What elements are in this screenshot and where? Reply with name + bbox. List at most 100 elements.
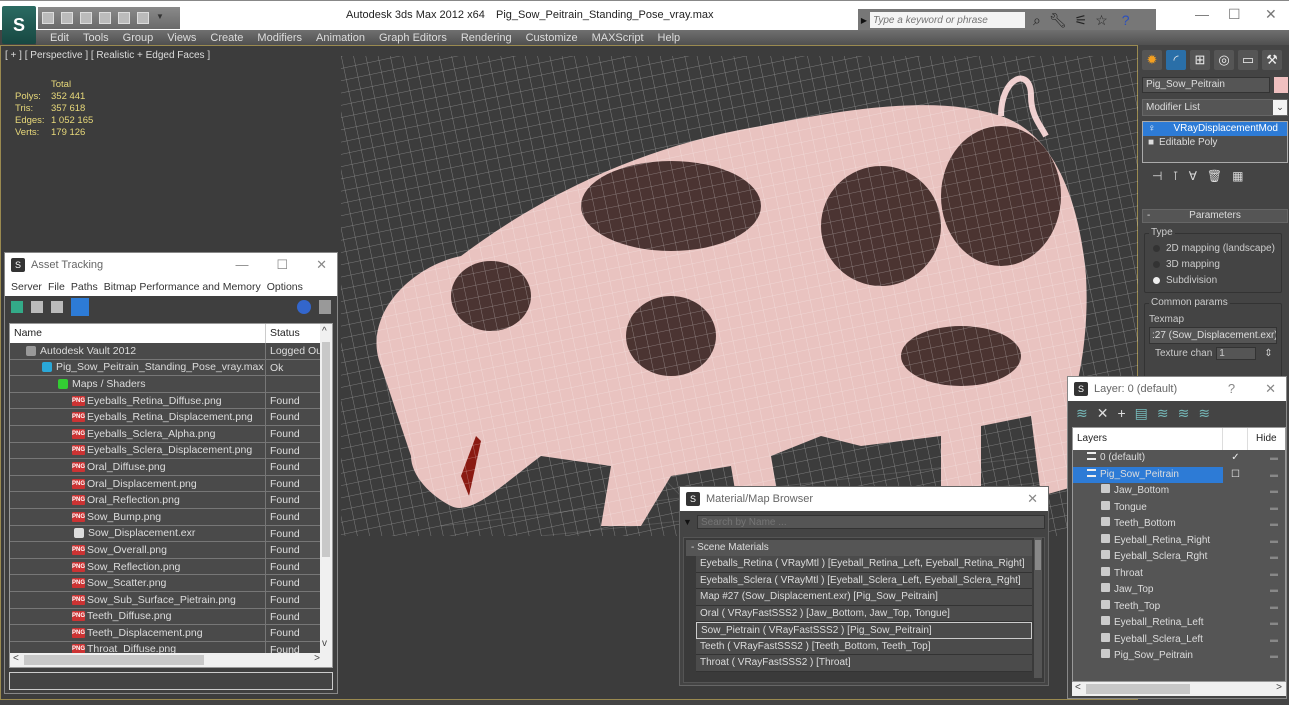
- layer-row[interactable]: Pig_Sow_Peitrain ☐ ▬: [1073, 466, 1285, 484]
- asset-row[interactable]: PNG Sow_Sub_Surface_Pietrain.png Found: [10, 591, 332, 609]
- thumbnail-view-icon[interactable]: [51, 301, 63, 313]
- hide-toggle-icon[interactable]: ▬: [1248, 483, 1278, 500]
- scroll-thumb[interactable]: [1086, 684, 1190, 694]
- qat-dropdown-icon[interactable]: ▼: [156, 12, 166, 24]
- utilities-tab-icon[interactable]: ⚒: [1262, 50, 1282, 70]
- freeze-all-icon[interactable]: ≋: [1198, 405, 1210, 422]
- asset-row[interactable]: PNG Eyeballs_Sclera_Alpha.png Found: [10, 425, 332, 443]
- current-layer-toggle[interactable]: [1223, 582, 1248, 599]
- save-file-icon[interactable]: [61, 12, 73, 24]
- asset-row[interactable]: PNG Eyeballs_Retina_Displacement.png Found: [10, 409, 332, 426]
- current-layer-toggle[interactable]: [1223, 516, 1248, 533]
- scroll-thumb[interactable]: [1035, 540, 1041, 570]
- show-end-result-icon[interactable]: ⊺: [1172, 169, 1178, 183]
- delete-layer-icon[interactable]: ✕: [1097, 405, 1109, 422]
- vertical-scrollbar[interactable]: [1034, 538, 1042, 678]
- make-unique-icon[interactable]: ∀: [1189, 169, 1197, 183]
- hide-all-icon[interactable]: ≋: [1178, 405, 1190, 422]
- new-file-icon[interactable]: [80, 12, 92, 24]
- expand-arrow-icon[interactable]: ▶: [858, 16, 870, 25]
- hide-toggle-icon[interactable]: ▬: [1248, 632, 1278, 649]
- scroll-right-icon[interactable]: >: [1276, 682, 1282, 693]
- menu-options[interactable]: Options: [267, 281, 303, 293]
- asset-row[interactable]: PNG Teeth_Diffuse.png Found: [10, 608, 332, 626]
- object-row[interactable]: Jaw_Top ▬: [1073, 582, 1285, 599]
- horizontal-scrollbar[interactable]: < >: [1072, 682, 1286, 696]
- asset-row[interactable]: Sow_Displacement.exr Found: [10, 525, 332, 543]
- scroll-left-icon[interactable]: <: [13, 653, 19, 664]
- asset-row[interactable]: PNG Oral_Reflection.png Found: [10, 492, 332, 509]
- hide-toggle-icon[interactable]: ▬: [1248, 599, 1278, 616]
- scroll-thumb[interactable]: [322, 342, 330, 557]
- undo-icon[interactable]: [118, 12, 130, 24]
- current-layer-toggle[interactable]: [1223, 566, 1248, 583]
- vertical-scrollbar[interactable]: ^ v: [320, 324, 332, 654]
- column-name[interactable]: Name: [10, 324, 266, 343]
- column-status[interactable]: Status: [266, 324, 321, 343]
- project-folder-icon[interactable]: [99, 12, 111, 24]
- object-row[interactable]: Teeth_Top ▬: [1073, 599, 1285, 616]
- create-tab-icon[interactable]: ✹: [1142, 50, 1162, 70]
- asset-row[interactable]: PNG Sow_Scatter.png Found: [10, 575, 332, 592]
- options-dropdown-icon[interactable]: ▼: [683, 517, 697, 527]
- menu-bitmap-performance[interactable]: Bitmap Performance and Memory: [104, 281, 261, 293]
- object-row[interactable]: Eyeball_Sclera_Left ▬: [1073, 632, 1285, 649]
- modify-tab-icon[interactable]: ◜: [1166, 50, 1186, 70]
- minimize-button[interactable]: —: [1195, 6, 1209, 22]
- object-name-field[interactable]: Pig_Sow_Peitrain: [1142, 77, 1270, 93]
- highlight-layer-icon[interactable]: ≋: [1157, 405, 1169, 422]
- select-objects-icon[interactable]: ▤: [1135, 405, 1148, 422]
- horizontal-scrollbar[interactable]: < >: [10, 653, 332, 667]
- help-icon[interactable]: [297, 300, 311, 314]
- close-button[interactable]: ✕: [1265, 381, 1276, 397]
- display-tab-icon[interactable]: ▭: [1238, 50, 1258, 70]
- hide-toggle-icon[interactable]: ▬: [1248, 566, 1278, 583]
- menu-file[interactable]: File: [48, 281, 65, 293]
- asset-tracking-titlebar[interactable]: S Asset Tracking — ☐ ✕: [5, 253, 337, 277]
- scroll-thumb[interactable]: [24, 655, 204, 665]
- context-help-icon[interactable]: [319, 300, 331, 314]
- scroll-right-icon[interactable]: >: [314, 653, 320, 664]
- remove-modifier-icon[interactable]: 🗑︎: [1207, 169, 1222, 183]
- asset-row[interactable]: PNG Oral_Diffuse.png Found: [10, 459, 332, 476]
- menu-views[interactable]: Views: [167, 32, 196, 44]
- material-item[interactable]: Eyeballs_Sclera ( VRayMtl ) [Eyeball_Scl…: [696, 572, 1032, 589]
- menu-customize[interactable]: Customize: [526, 32, 578, 44]
- current-layer-toggle[interactable]: [1223, 533, 1248, 550]
- asset-row[interactable]: PNG Sow_Bump.png Found: [10, 508, 332, 526]
- motion-tab-icon[interactable]: ◎: [1214, 50, 1234, 70]
- object-row[interactable]: Tongue ▬: [1073, 500, 1285, 517]
- lightbulb-icon[interactable]: ♀: [1148, 122, 1156, 136]
- parameters-rollout[interactable]: - Parameters: [1142, 209, 1288, 223]
- maximize-button[interactable]: ☐: [276, 257, 288, 273]
- menu-create[interactable]: Create: [210, 32, 243, 44]
- menu-maxscript[interactable]: MAXScript: [592, 32, 644, 44]
- current-layer-toggle[interactable]: [1223, 632, 1248, 649]
- help-button[interactable]: ?: [1228, 381, 1235, 397]
- scene-materials-group[interactable]: - Scene Materials: [686, 540, 1032, 556]
- menu-modifiers[interactable]: Modifiers: [257, 32, 302, 44]
- menu-animation[interactable]: Animation: [316, 32, 365, 44]
- pig-model[interactable]: [341, 56, 1141, 536]
- object-row[interactable]: Eyeball_Sclera_Rght ▬: [1073, 549, 1285, 566]
- redo-icon[interactable]: [137, 12, 149, 24]
- object-row[interactable]: Teeth_Bottom ▬: [1073, 516, 1285, 533]
- menu-server[interactable]: Server: [11, 281, 42, 293]
- hide-toggle-icon[interactable]: ▬: [1248, 549, 1278, 566]
- current-layer-toggle[interactable]: [1223, 599, 1248, 616]
- close-button[interactable]: ✕: [316, 257, 327, 273]
- app-logo-button[interactable]: S: [2, 6, 36, 44]
- radio-subdivision[interactable]: Subdivision: [1145, 272, 1281, 288]
- asset-row[interactable]: PNG Eyeballs_Sclera_Displacement.png Found: [10, 442, 332, 460]
- current-layer-toggle[interactable]: ☐: [1223, 467, 1248, 484]
- asset-row[interactable]: Pig_Sow_Peitrain_Standing_Pose_vray.max O…: [10, 359, 332, 377]
- material-browser-titlebar[interactable]: S Material/Map Browser ✕: [680, 487, 1048, 511]
- spinner-arrows-icon[interactable]: ⇕: [1264, 348, 1272, 359]
- object-row[interactable]: Pig_Sow_Peitrain ▬: [1073, 648, 1285, 665]
- radio-3d-mapping[interactable]: 3D mapping: [1145, 256, 1281, 272]
- menu-graph-editors[interactable]: Graph Editors: [379, 32, 447, 44]
- current-layer-toggle[interactable]: ✓: [1223, 450, 1248, 467]
- material-item[interactable]: Sow_Pietrain ( VRayFastSSS2 ) [Pig_Sow_P…: [696, 622, 1032, 639]
- scroll-left-icon[interactable]: <: [1075, 682, 1081, 693]
- current-layer-toggle[interactable]: [1223, 615, 1248, 632]
